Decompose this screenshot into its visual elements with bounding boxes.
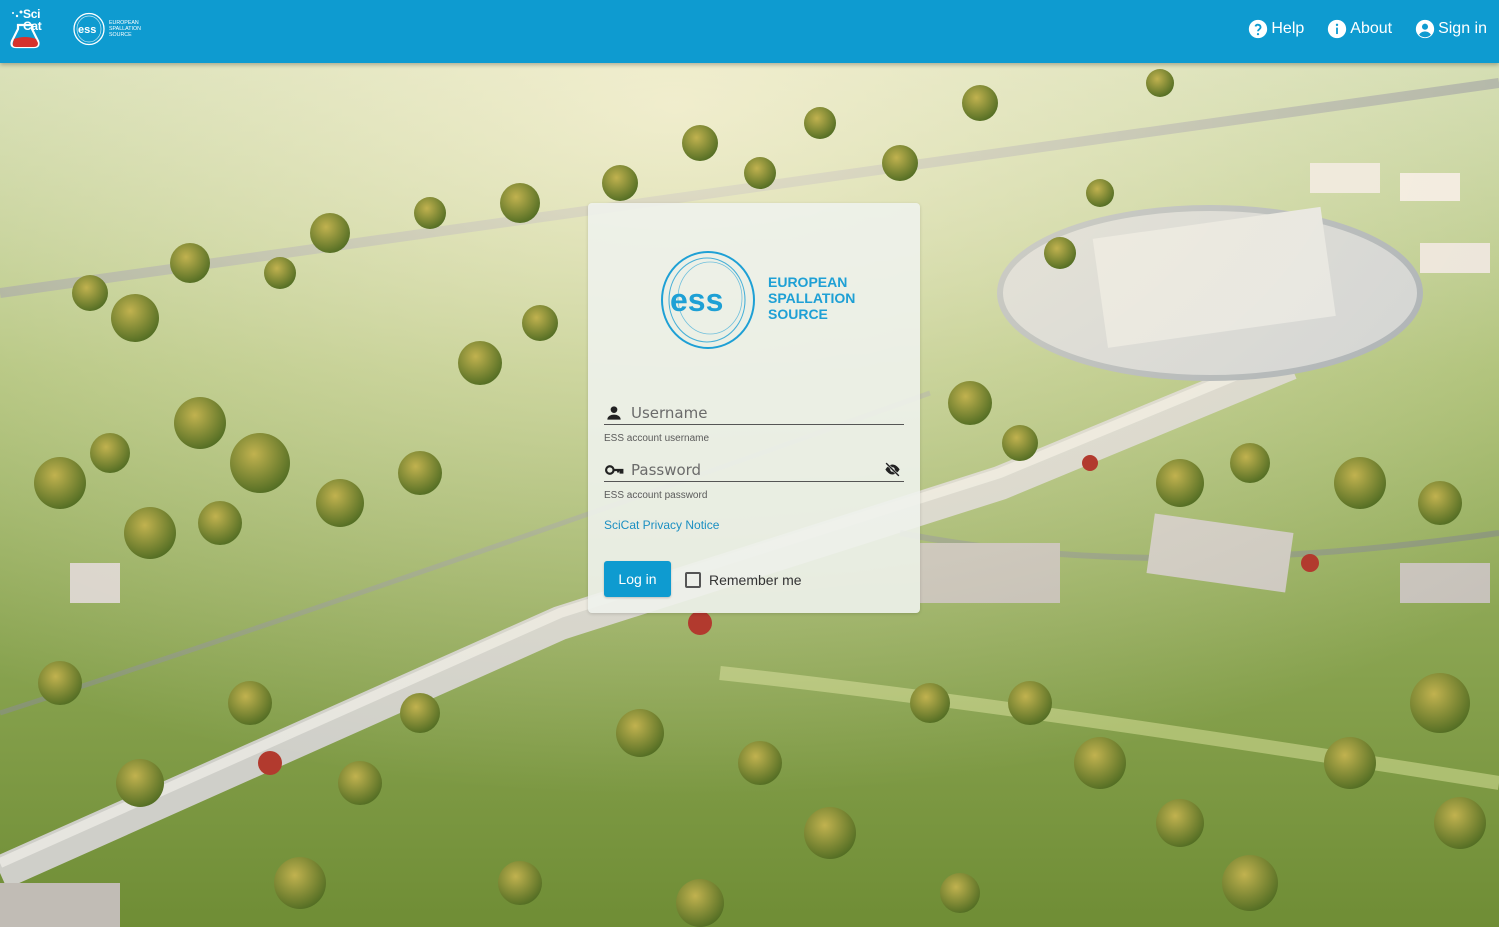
sign-in-button[interactable]: Sign in <box>1414 18 1487 40</box>
scicat-logo[interactable]: Sci Cat <box>8 7 54 51</box>
sign-in-label: Sign in <box>1438 20 1487 37</box>
password-input[interactable] <box>631 458 904 481</box>
username-input[interactable] <box>631 401 904 424</box>
help-label: Help <box>1271 20 1305 37</box>
ess-header-logo[interactable]: ess EUROPEAN SPALLATION SOURCE <box>72 10 142 48</box>
svg-text:ess: ess <box>78 24 96 36</box>
ess-logo-abbr: ess <box>670 282 723 318</box>
person-icon <box>607 405 621 420</box>
remember-me-checkbox[interactable]: Remember me <box>685 572 802 588</box>
about-label: About <box>1350 20 1393 37</box>
log-in-button[interactable]: Log in <box>604 561 671 597</box>
password-hint: ESS account password <box>604 490 708 501</box>
ess-logo-line1: EUROPEAN <box>768 274 847 290</box>
help-button[interactable]: Help <box>1247 18 1304 40</box>
about-button[interactable]: About <box>1326 18 1392 40</box>
login-card: ess EUROPEAN SPALLATION SOURCE ESS accou… <box>588 203 920 613</box>
svg-text:SOURCE: SOURCE <box>109 32 132 38</box>
checkbox-box[interactable] <box>685 572 701 588</box>
key-icon <box>605 464 624 475</box>
account-circle-icon <box>1415 19 1435 39</box>
top-toolbar: Sci Cat ess EUROPEAN SPALLATION SOURCE He… <box>0 0 1499 63</box>
ess-logo: ess EUROPEAN SPALLATION SOURCE <box>661 251 855 349</box>
help-circle-icon <box>1249 19 1268 39</box>
ess-logo-line2: SPALLATION <box>768 290 855 306</box>
info-icon <box>1328 19 1347 39</box>
visibility-off-icon[interactable] <box>884 461 901 478</box>
password-field: ESS account password <box>604 458 904 501</box>
remember-me-label: Remember me <box>709 572 802 588</box>
ess-logo-line3: SOURCE <box>768 306 828 322</box>
username-field: ESS account username <box>604 401 904 444</box>
header-nav: Help About Sign in <box>1247 18 1487 40</box>
privacy-notice-link[interactable]: SciCat Privacy Notice <box>604 518 719 532</box>
username-hint: ESS account username <box>604 433 710 444</box>
